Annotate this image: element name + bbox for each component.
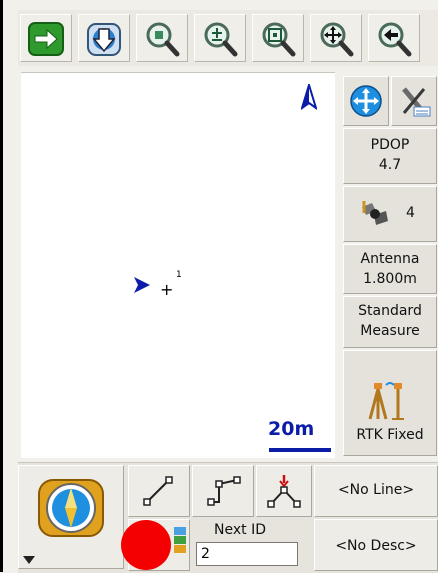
next-id-field[interactable]: [196, 542, 298, 566]
back-button[interactable]: [368, 14, 420, 62]
map-view[interactable]: [21, 72, 335, 458]
position-arrow-icon: [134, 277, 150, 293]
line-select-label: <No Line>: [337, 482, 415, 498]
map-options-button[interactable]: [343, 76, 389, 126]
point-id-label: 1: [176, 270, 182, 280]
line-select-button[interactable]: <No Line>: [314, 465, 438, 517]
satellites-button[interactable]: 4: [343, 186, 437, 242]
globe-move-icon: [350, 85, 382, 117]
measure-method-button[interactable]: Standard Measure: [343, 296, 437, 348]
description-select-label: <No Desc>: [335, 538, 417, 554]
zoom-extents-button[interactable]: [252, 14, 304, 62]
rtk-tripod-icon: [368, 382, 404, 420]
line-segment-icon: [143, 476, 173, 506]
pdop-button[interactable]: PDOP 4.7: [343, 128, 437, 184]
zoom-in-out-button[interactable]: [194, 14, 246, 62]
pdop-label: PDOP: [370, 137, 410, 153]
settings-button[interactable]: [391, 76, 437, 126]
description-select-button[interactable]: <No Desc>: [314, 519, 438, 571]
record-button[interactable]: [121, 520, 171, 570]
antenna-height: 1.800m: [363, 271, 417, 287]
arrow-left-icon: [378, 22, 412, 57]
tools-icon: [402, 87, 431, 117]
zoom-center-icon: [146, 22, 180, 57]
satellite-count: 4: [406, 205, 415, 221]
vertex-tool-button[interactable]: [256, 465, 312, 517]
polyline-icon: [207, 476, 241, 506]
rtk-status-button[interactable]: RTK Fixed: [343, 350, 437, 456]
pan-button[interactable]: [310, 14, 362, 62]
compass-menu-button[interactable]: [18, 465, 124, 569]
next-id-label: Next ID: [214, 522, 266, 538]
pdop-value: 4.7: [378, 157, 402, 173]
globe-down-arrow-icon: [87, 23, 121, 56]
chevron-down-icon: [23, 556, 35, 564]
polyline-tool-button[interactable]: [192, 465, 254, 517]
layers-icon: [174, 527, 186, 553]
zoom-center-button[interactable]: [136, 14, 188, 62]
arrow-right-icon: [28, 22, 64, 56]
north-arrow-icon: [301, 84, 317, 110]
method-line2: Measure: [360, 323, 420, 339]
antenna-label: Antenna: [360, 251, 420, 267]
method-line1: Standard: [358, 303, 422, 319]
rtk-status: RTK Fixed: [356, 427, 424, 443]
satellite-icon: [362, 201, 388, 225]
exit-button[interactable]: [20, 14, 72, 62]
point-marker-icon: +: [160, 280, 174, 299]
add-vertex-icon: [267, 475, 301, 508]
toolbar: [18, 10, 438, 66]
pan-cross-icon: [320, 22, 354, 57]
zoom-plus-minus-icon: [204, 22, 238, 57]
scale-bar: [269, 448, 331, 452]
scale-label: 20m: [268, 418, 315, 440]
gps-button[interactable]: [78, 14, 130, 62]
compass-icon: [38, 479, 104, 537]
antenna-button[interactable]: Antenna 1.800m: [343, 244, 437, 294]
line-tool-button[interactable]: [128, 465, 190, 517]
zoom-extents-icon: [262, 22, 296, 57]
